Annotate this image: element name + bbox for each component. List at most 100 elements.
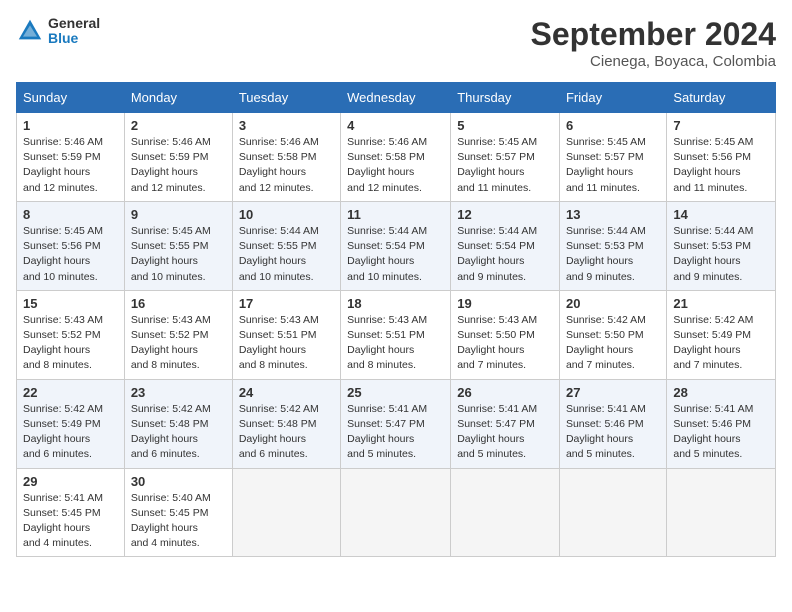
day-number: 2 xyxy=(131,118,226,133)
day-number: 8 xyxy=(23,207,118,222)
calendar-cell: 7 Sunrise: 5:45 AMSunset: 5:56 PMDaylight… xyxy=(667,113,776,202)
day-number: 15 xyxy=(23,296,118,311)
day-number: 3 xyxy=(239,118,334,133)
calendar-cell: 2 Sunrise: 5:46 AMSunset: 5:59 PMDaylight… xyxy=(124,113,232,202)
calendar-cell: 17 Sunrise: 5:43 AMSunset: 5:51 PMDayligh… xyxy=(232,290,340,379)
day-detail: Sunrise: 5:42 AMSunset: 5:48 PMDaylight … xyxy=(131,402,226,463)
calendar-cell: 29Sunrise: 5:41 AMSunset: 5:45 PMDayligh… xyxy=(17,468,125,557)
calendar-cell xyxy=(667,468,776,557)
calendar-cell: 8 Sunrise: 5:45 AMSunset: 5:56 PMDaylight… xyxy=(17,201,125,290)
calendar-cell: 10 Sunrise: 5:44 AMSunset: 5:55 PMDayligh… xyxy=(232,201,340,290)
calendar-cell: 16 Sunrise: 5:43 AMSunset: 5:52 PMDayligh… xyxy=(124,290,232,379)
day-number: 21 xyxy=(673,296,769,311)
calendar-cell: 30 Sunrise: 5:40 AMSunset: 5:45 PMDayligh… xyxy=(124,468,232,557)
weekday-sunday: Sunday xyxy=(17,83,125,113)
calendar-cell: 27 Sunrise: 5:41 AMSunset: 5:46 PMDayligh… xyxy=(559,379,666,468)
calendar-cell: 5Sunrise: 5:45 AMSunset: 5:57 PMDaylight… xyxy=(451,113,560,202)
calendar-cell: 3 Sunrise: 5:46 AMSunset: 5:58 PMDaylight… xyxy=(232,113,340,202)
day-detail: Sunrise: 5:46 AMSunset: 5:58 PMDaylight … xyxy=(347,135,444,196)
day-number: 23 xyxy=(131,385,226,400)
day-detail: Sunrise: 5:44 AMSunset: 5:55 PMDaylight … xyxy=(239,224,334,285)
day-number: 7 xyxy=(673,118,769,133)
day-number: 17 xyxy=(239,296,334,311)
day-number: 10 xyxy=(239,207,334,222)
logo: General Blue xyxy=(16,16,100,47)
day-detail: Sunrise: 5:40 AMSunset: 5:45 PMDaylight … xyxy=(131,491,226,552)
day-number: 6 xyxy=(566,118,660,133)
day-detail: Sunrise: 5:43 AMSunset: 5:52 PMDaylight … xyxy=(131,313,226,374)
week-row-1: 1 Sunrise: 5:46 AMSunset: 5:59 PMDaylight… xyxy=(17,113,776,202)
day-detail: Sunrise: 5:44 AMSunset: 5:54 PMDaylight … xyxy=(457,224,553,285)
day-number: 13 xyxy=(566,207,660,222)
day-detail: Sunrise: 5:46 AMSunset: 5:59 PMDaylight … xyxy=(23,135,118,196)
day-number: 27 xyxy=(566,385,660,400)
logo-text: General Blue xyxy=(48,16,100,47)
day-detail: Sunrise: 5:42 AMSunset: 5:49 PMDaylight … xyxy=(673,313,769,374)
calendar-cell xyxy=(559,468,666,557)
week-row-2: 8 Sunrise: 5:45 AMSunset: 5:56 PMDaylight… xyxy=(17,201,776,290)
calendar-cell xyxy=(341,468,451,557)
day-detail: Sunrise: 5:45 AMSunset: 5:56 PMDaylight … xyxy=(673,135,769,196)
day-detail: Sunrise: 5:46 AMSunset: 5:59 PMDaylight … xyxy=(131,135,226,196)
calendar-cell: 12Sunrise: 5:44 AMSunset: 5:54 PMDayligh… xyxy=(451,201,560,290)
weekday-header-row: SundayMondayTuesdayWednesdayThursdayFrid… xyxy=(17,83,776,113)
day-number: 25 xyxy=(347,385,444,400)
day-number: 5 xyxy=(457,118,553,133)
calendar-table: SundayMondayTuesdayWednesdayThursdayFrid… xyxy=(16,82,776,557)
day-detail: Sunrise: 5:42 AMSunset: 5:49 PMDaylight … xyxy=(23,402,118,463)
day-number: 26 xyxy=(457,385,553,400)
day-detail: Sunrise: 5:43 AMSunset: 5:50 PMDaylight … xyxy=(457,313,553,374)
weekday-wednesday: Wednesday xyxy=(341,83,451,113)
day-number: 24 xyxy=(239,385,334,400)
calendar-cell: 1 Sunrise: 5:46 AMSunset: 5:59 PMDaylight… xyxy=(17,113,125,202)
calendar-cell: 25 Sunrise: 5:41 AMSunset: 5:47 PMDayligh… xyxy=(341,379,451,468)
day-number: 22 xyxy=(23,385,118,400)
weekday-tuesday: Tuesday xyxy=(232,83,340,113)
calendar-cell: 26 Sunrise: 5:41 AMSunset: 5:47 PMDayligh… xyxy=(451,379,560,468)
day-number: 4 xyxy=(347,118,444,133)
calendar-cell xyxy=(232,468,340,557)
month-title: September 2024 xyxy=(531,16,776,53)
day-detail: Sunrise: 5:44 AMSunset: 5:54 PMDaylight … xyxy=(347,224,444,285)
day-detail: Sunrise: 5:45 AMSunset: 5:56 PMDaylight … xyxy=(23,224,118,285)
calendar-cell: 11Sunrise: 5:44 AMSunset: 5:54 PMDayligh… xyxy=(341,201,451,290)
day-detail: Sunrise: 5:45 AMSunset: 5:57 PMDaylight … xyxy=(566,135,660,196)
header: General Blue September 2024 Cienega, Boy… xyxy=(16,16,776,70)
day-detail: Sunrise: 5:41 AMSunset: 5:46 PMDaylight … xyxy=(566,402,660,463)
day-detail: Sunrise: 5:43 AMSunset: 5:51 PMDaylight … xyxy=(347,313,444,374)
weekday-monday: Monday xyxy=(124,83,232,113)
day-detail: Sunrise: 5:41 AMSunset: 5:47 PMDaylight … xyxy=(347,402,444,463)
day-number: 9 xyxy=(131,207,226,222)
weekday-saturday: Saturday xyxy=(667,83,776,113)
title-area: September 2024 Cienega, Boyaca, Colombia xyxy=(531,16,776,70)
week-row-5: 29Sunrise: 5:41 AMSunset: 5:45 PMDayligh… xyxy=(17,468,776,557)
calendar-cell: 15 Sunrise: 5:43 AMSunset: 5:52 PMDayligh… xyxy=(17,290,125,379)
calendar-cell: 22 Sunrise: 5:42 AMSunset: 5:49 PMDayligh… xyxy=(17,379,125,468)
day-detail: Sunrise: 5:46 AMSunset: 5:58 PMDaylight … xyxy=(239,135,334,196)
day-number: 14 xyxy=(673,207,769,222)
calendar-cell: 21 Sunrise: 5:42 AMSunset: 5:49 PMDayligh… xyxy=(667,290,776,379)
calendar-cell: 13 Sunrise: 5:44 AMSunset: 5:53 PMDayligh… xyxy=(559,201,666,290)
day-detail: Sunrise: 5:41 AMSunset: 5:46 PMDaylight … xyxy=(673,402,769,463)
day-number: 29 xyxy=(23,474,118,489)
day-detail: Sunrise: 5:42 AMSunset: 5:48 PMDaylight … xyxy=(239,402,334,463)
day-detail: Sunrise: 5:43 AMSunset: 5:52 PMDaylight … xyxy=(23,313,118,374)
week-row-3: 15 Sunrise: 5:43 AMSunset: 5:52 PMDayligh… xyxy=(17,290,776,379)
day-number: 19 xyxy=(457,296,553,311)
calendar-cell xyxy=(451,468,560,557)
day-number: 30 xyxy=(131,474,226,489)
calendar-cell: 19 Sunrise: 5:43 AMSunset: 5:50 PMDayligh… xyxy=(451,290,560,379)
logo-general: General xyxy=(48,16,100,31)
calendar-cell: 14Sunrise: 5:44 AMSunset: 5:53 PMDayligh… xyxy=(667,201,776,290)
weekday-friday: Friday xyxy=(559,83,666,113)
day-number: 16 xyxy=(131,296,226,311)
day-detail: Sunrise: 5:45 AMSunset: 5:55 PMDaylight … xyxy=(131,224,226,285)
day-number: 1 xyxy=(23,118,118,133)
day-detail: Sunrise: 5:43 AMSunset: 5:51 PMDaylight … xyxy=(239,313,334,374)
calendar-cell: 20Sunrise: 5:42 AMSunset: 5:50 PMDayligh… xyxy=(559,290,666,379)
calendar-cell: 28 Sunrise: 5:41 AMSunset: 5:46 PMDayligh… xyxy=(667,379,776,468)
day-detail: Sunrise: 5:41 AMSunset: 5:47 PMDaylight … xyxy=(457,402,553,463)
day-number: 28 xyxy=(673,385,769,400)
day-detail: Sunrise: 5:44 AMSunset: 5:53 PMDaylight … xyxy=(566,224,660,285)
weekday-thursday: Thursday xyxy=(451,83,560,113)
